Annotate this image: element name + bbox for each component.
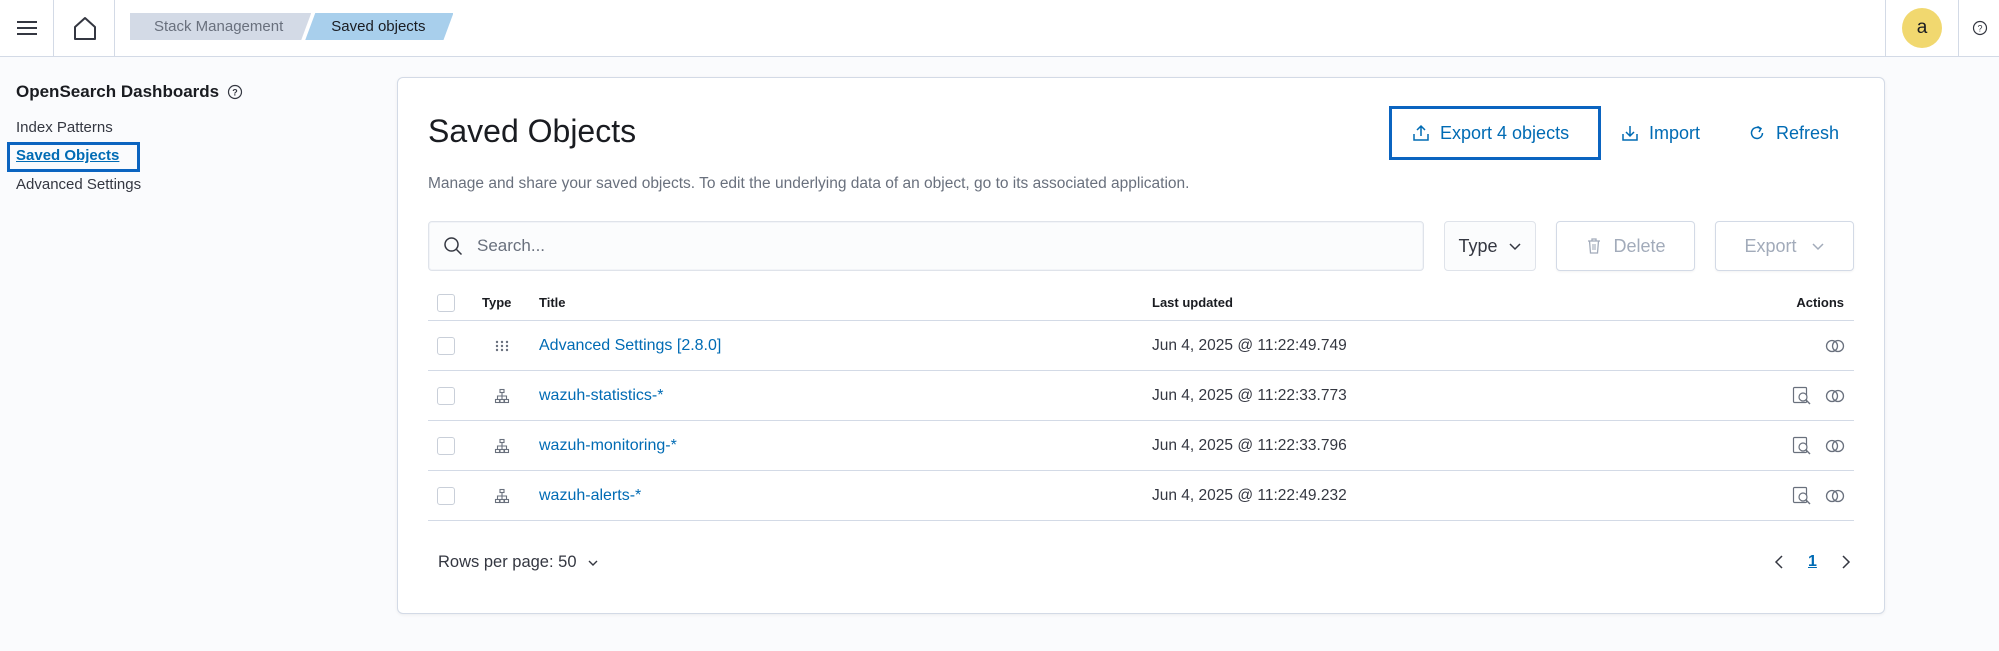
row-checkbox[interactable] bbox=[437, 486, 455, 505]
page-description: Manage and share your saved objects. To … bbox=[428, 175, 1190, 192]
breadcrumb-saved-objects: Saved objects bbox=[305, 13, 453, 40]
export-highlight bbox=[1389, 106, 1601, 160]
row-actions bbox=[1792, 371, 1846, 420]
search-box bbox=[428, 221, 1424, 271]
row-last-updated: Jun 4, 2025 @ 11:22:49.232 bbox=[1152, 486, 1347, 504]
row-actions bbox=[1824, 321, 1846, 370]
import-icon bbox=[1622, 126, 1638, 141]
index-pattern-icon bbox=[494, 388, 510, 403]
table-row: wazuh-statistics-* Jun 4, 2025 @ 11:22:3… bbox=[428, 371, 1854, 421]
index-pattern-type-icon bbox=[482, 371, 522, 420]
row-checkbox-cell bbox=[437, 371, 455, 420]
delete-label: Delete bbox=[1613, 235, 1666, 256]
row-checkbox[interactable] bbox=[437, 436, 455, 455]
index-pattern-icon bbox=[494, 488, 510, 503]
table-row: wazuh-alerts-* Jun 4, 2025 @ 11:22:49.23… bbox=[428, 471, 1854, 521]
home-icon bbox=[73, 17, 96, 40]
page-number-button[interactable]: 1 bbox=[1808, 553, 1817, 571]
table-row: wazuh-monitoring-* Jun 4, 2025 @ 11:22:3… bbox=[428, 421, 1854, 471]
relationships-icon[interactable] bbox=[1824, 338, 1846, 354]
chevron-left-icon[interactable] bbox=[1772, 554, 1786, 570]
row-title-link[interactable]: wazuh-alerts-* bbox=[539, 487, 641, 505]
select-all-cell bbox=[437, 285, 455, 320]
table-header: Type Title Last updated Actions bbox=[428, 285, 1854, 321]
svg-text:?: ? bbox=[1977, 24, 1982, 34]
column-header-actions: Actions bbox=[1796, 295, 1844, 310]
breadcrumb: Stack Management Saved objects bbox=[130, 13, 453, 40]
column-header-type[interactable]: Type bbox=[482, 285, 522, 320]
column-header-last-updated[interactable]: Last updated bbox=[1152, 285, 1233, 320]
relationships-icon[interactable] bbox=[1824, 388, 1846, 404]
inspect-icon[interactable] bbox=[1792, 486, 1812, 506]
export-button[interactable]: Export bbox=[1715, 221, 1854, 271]
inspect-icon[interactable] bbox=[1792, 386, 1812, 406]
row-checkbox[interactable] bbox=[437, 386, 455, 405]
help-icon[interactable]: ? bbox=[227, 84, 243, 100]
row-title-link[interactable]: Advanced Settings [2.8.0] bbox=[539, 337, 721, 355]
sidebar-item-advanced-settings[interactable]: Advanced Settings bbox=[16, 176, 141, 193]
help-icon: ? bbox=[1972, 20, 1987, 36]
help-button[interactable]: ? bbox=[1960, 0, 1999, 56]
relationships-icon[interactable] bbox=[1824, 488, 1846, 504]
row-title-link[interactable]: wazuh-statistics-* bbox=[539, 387, 663, 405]
sidebar-title-text: OpenSearch Dashboards bbox=[16, 82, 220, 101]
page-title: Saved Objects bbox=[428, 113, 637, 149]
refresh-label: Refresh bbox=[1776, 122, 1840, 143]
svg-text:?: ? bbox=[232, 88, 238, 98]
grid-dots-icon bbox=[495, 340, 509, 351]
select-all-checkbox[interactable] bbox=[437, 293, 455, 312]
rows-per-page-button[interactable]: Rows per page: 50 bbox=[438, 553, 599, 572]
chevron-right-icon[interactable] bbox=[1839, 554, 1853, 570]
index-pattern-type-icon bbox=[482, 471, 522, 520]
pagination: 1 bbox=[1772, 553, 1853, 571]
row-checkbox[interactable] bbox=[437, 336, 455, 355]
import-label: Import bbox=[1649, 122, 1701, 143]
chevron-down-icon bbox=[588, 560, 598, 566]
row-checkbox-cell bbox=[437, 321, 455, 370]
table-row: Advanced Settings [2.8.0] Jun 4, 2025 @ … bbox=[428, 321, 1854, 371]
hamburger-icon bbox=[16, 19, 37, 37]
row-last-updated: Jun 4, 2025 @ 11:22:49.749 bbox=[1152, 336, 1347, 354]
chevron-down-icon bbox=[1508, 243, 1521, 251]
relationships-icon[interactable] bbox=[1824, 438, 1846, 454]
type-filter-button[interactable]: Type bbox=[1444, 221, 1536, 271]
refresh-icon bbox=[1750, 125, 1764, 140]
delete-button[interactable]: Delete bbox=[1556, 221, 1695, 271]
row-checkbox-cell bbox=[437, 471, 455, 520]
sidebar-title: OpenSearch Dashboards ? bbox=[16, 82, 243, 102]
search-input[interactable] bbox=[477, 236, 1377, 256]
home-button[interactable] bbox=[55, 0, 115, 56]
menu-toggle-button[interactable] bbox=[0, 0, 54, 56]
chevron-down-icon bbox=[1811, 243, 1824, 251]
row-checkbox-cell bbox=[437, 421, 455, 470]
inspect-icon[interactable] bbox=[1792, 436, 1812, 456]
sidebar-item-index-patterns[interactable]: Index Patterns bbox=[16, 119, 113, 136]
trash-icon bbox=[1588, 238, 1601, 254]
index-pattern-type-icon bbox=[482, 421, 522, 470]
rows-per-page-label: Rows per page: 50 bbox=[438, 553, 577, 571]
row-actions bbox=[1792, 471, 1846, 520]
avatar: a bbox=[1902, 8, 1942, 48]
user-menu-button[interactable]: a bbox=[1885, 0, 1959, 56]
import-button[interactable]: Import bbox=[1621, 116, 1700, 150]
selection-highlight bbox=[7, 142, 140, 172]
row-last-updated: Jun 4, 2025 @ 11:22:33.796 bbox=[1152, 436, 1347, 454]
row-actions bbox=[1792, 421, 1846, 470]
row-title-link[interactable]: wazuh-monitoring-* bbox=[539, 437, 677, 455]
row-last-updated: Jun 4, 2025 @ 11:22:33.773 bbox=[1152, 386, 1347, 404]
saved-objects-table: Type Title Last updated Actions Advanced… bbox=[428, 285, 1854, 521]
top-header: Stack Management Saved objects a ? bbox=[0, 0, 1999, 57]
refresh-button[interactable]: Refresh bbox=[1748, 116, 1839, 150]
export-label: Export bbox=[1744, 235, 1797, 256]
search-icon bbox=[444, 237, 463, 256]
type-filter-label: Type bbox=[1458, 235, 1498, 256]
breadcrumb-stack-management[interactable]: Stack Management bbox=[130, 13, 311, 40]
column-header-title[interactable]: Title bbox=[539, 285, 566, 320]
advanced-settings-type-icon bbox=[482, 321, 522, 370]
index-pattern-icon bbox=[494, 438, 510, 453]
